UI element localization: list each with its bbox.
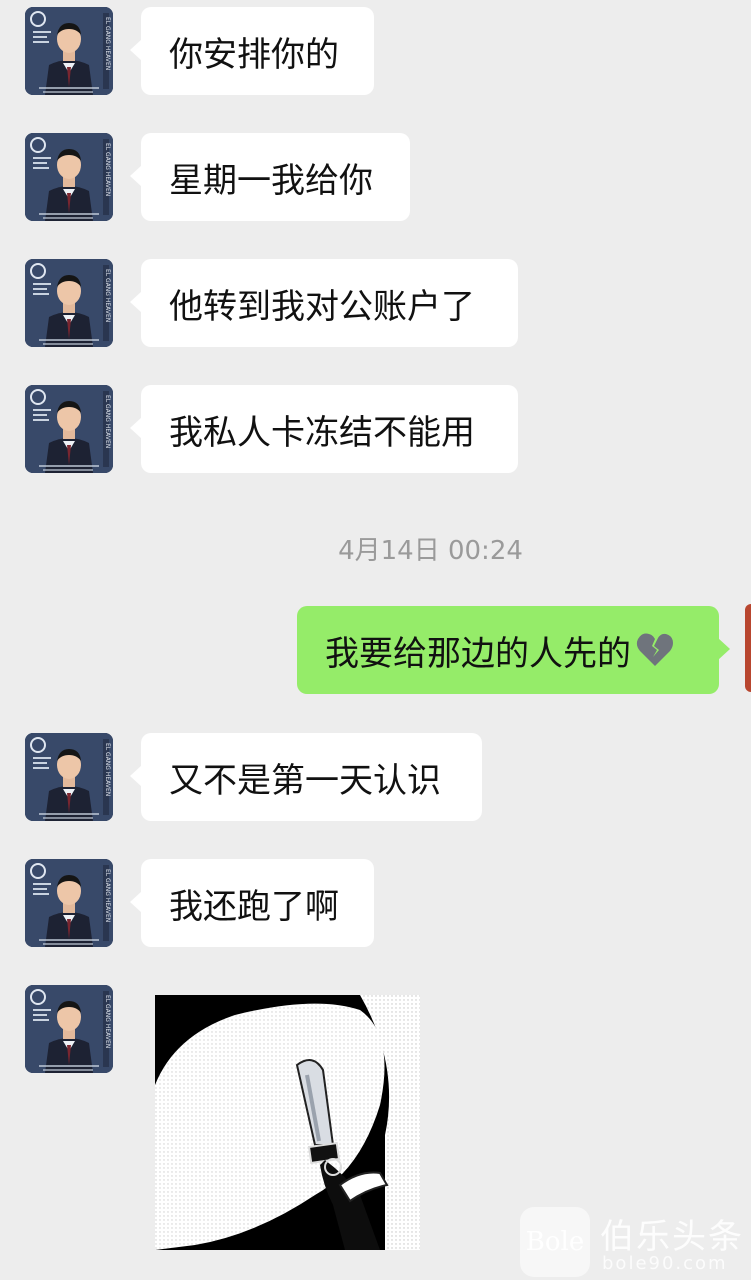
incoming-message-bubble[interactable]: 他转到我对公账户了 <box>130 259 518 347</box>
bole-logo: Bole <box>520 1207 590 1277</box>
self-avatar[interactable] <box>745 604 751 692</box>
contact-avatar[interactable] <box>25 385 113 473</box>
contact-avatar[interactable] <box>25 133 113 221</box>
contact-avatar[interactable] <box>25 733 113 821</box>
incoming-message-bubble[interactable]: 又不是第一天认识 <box>130 733 482 821</box>
outgoing-message-text: 我要给那边的人先的 <box>325 633 631 674</box>
contact-avatar[interactable] <box>25 859 113 947</box>
watermark-url: bole90.com <box>602 1253 728 1274</box>
avatar-image <box>25 859 113 947</box>
incoming-message-bubble[interactable]: 星期一我给你 <box>130 133 410 221</box>
contact-avatar[interactable] <box>25 7 113 95</box>
avatar-image <box>25 385 113 473</box>
incoming-message-bubble[interactable]: 我还跑了啊 <box>130 859 374 947</box>
avatar-image <box>25 985 113 1073</box>
contact-avatar[interactable] <box>25 985 113 1073</box>
outgoing-message-bubble[interactable]: 我要给那边的人先的 <box>297 606 730 694</box>
avatar-image <box>25 259 113 347</box>
watermark-title: 伯乐头条 <box>600 1217 744 1257</box>
avatar-image <box>25 7 113 95</box>
incoming-message-bubble[interactable]: 我私人卡冻结不能用 <box>130 385 518 473</box>
avatar-image <box>25 733 113 821</box>
avatar-image <box>25 133 113 221</box>
chat-screen: 你安排你的 星期一我给你 他转到我对公账户了 我私人卡冻结不能用 4月14日 0… <box>0 0 751 1280</box>
message-timestamp: 4月14日 00:24 <box>338 536 523 566</box>
knife-sticker[interactable] <box>155 995 420 1250</box>
broken-heart-icon <box>636 633 673 666</box>
contact-avatar[interactable] <box>25 259 113 347</box>
knife-sticker-image <box>155 995 420 1250</box>
bole-watermark: Bole 伯乐头条 bole90.com <box>520 1205 751 1280</box>
incoming-message-bubble[interactable]: 你安排你的 <box>130 7 374 95</box>
